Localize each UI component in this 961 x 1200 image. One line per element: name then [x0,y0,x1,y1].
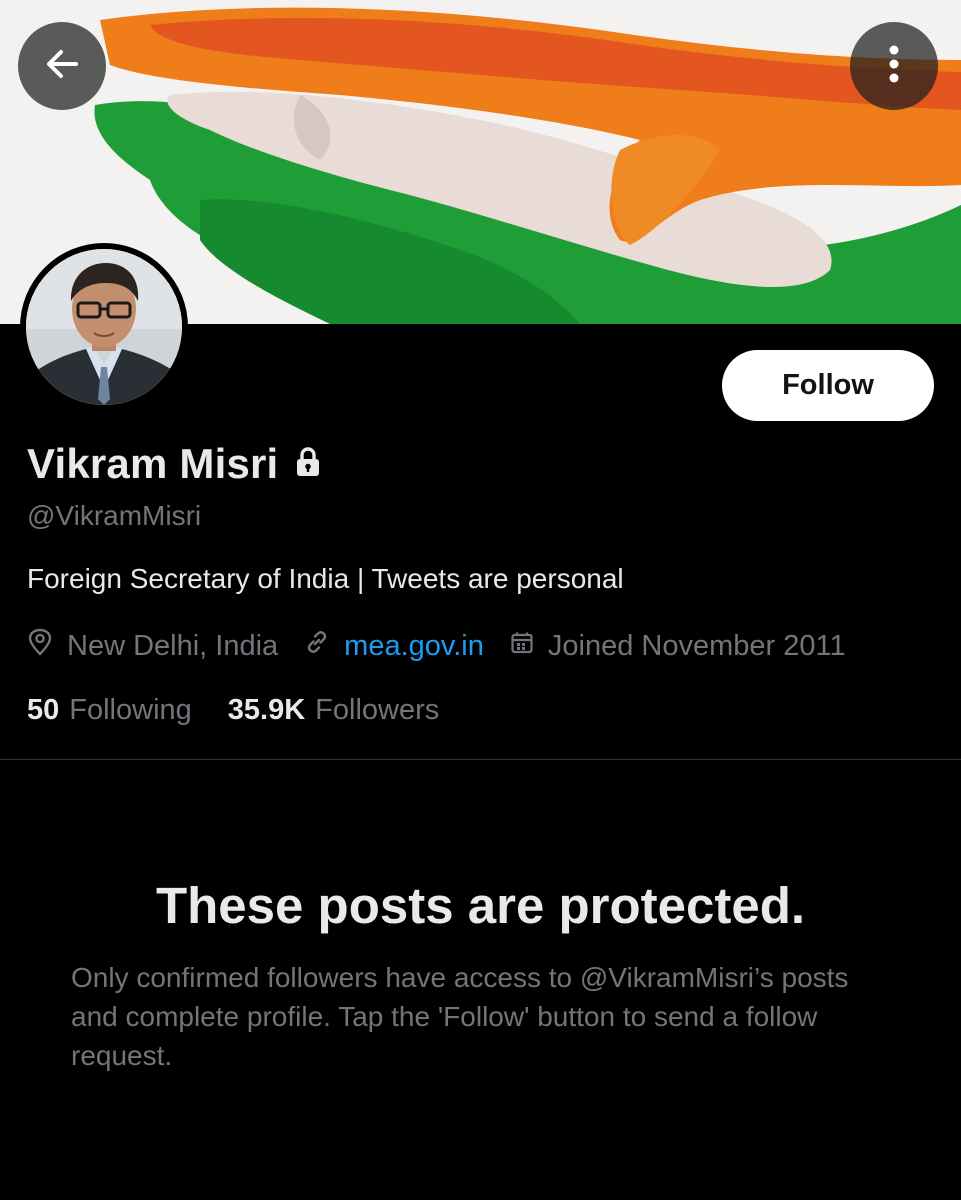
following-stat[interactable]: 50 Following [27,694,192,727]
followers-label: Followers [315,694,440,726]
location-item: New Delhi, India [27,628,278,664]
name-row: Vikram Misri [27,440,322,488]
section-divider [0,759,961,760]
website-link[interactable]: mea.gov.in [344,630,484,663]
profile-stats: 50 Following 35.9K Followers [27,694,439,727]
more-vertical-icon [888,44,900,89]
website-item[interactable]: mea.gov.in [304,629,484,663]
location-text: New Delhi, India [67,629,279,662]
following-count: 50 [27,694,60,726]
following-label: Following [69,694,192,726]
calendar-icon [510,630,548,663]
protected-notice-title: These posts are protected. [155,877,806,934]
profile-meta: New Delhi, India mea.gov.in Joined Novem… [27,628,846,664]
location-pin-icon [27,628,67,664]
followers-stat[interactable]: 35.9K Followers [228,694,439,727]
user-handle: @VikramMisri [27,500,202,531]
followers-count: 35.9K [227,694,306,726]
link-icon [304,629,344,663]
display-name: Vikram Misri [27,440,279,487]
back-button[interactable] [18,22,106,110]
protected-notice-body: Only confirmed followers have access to … [71,962,849,1071]
joined-date: Joined November 2011 [547,629,846,662]
avatar-image [26,249,182,405]
lock-icon [294,446,322,483]
joined-item: Joined November 2011 [510,630,846,663]
avatar[interactable] [20,243,188,411]
follow-button[interactable]: Follow [722,350,934,421]
more-options-button[interactable] [850,22,938,110]
arrow-left-icon [42,44,82,89]
user-bio: Foreign Secretary of India | Tweets are … [27,563,624,594]
